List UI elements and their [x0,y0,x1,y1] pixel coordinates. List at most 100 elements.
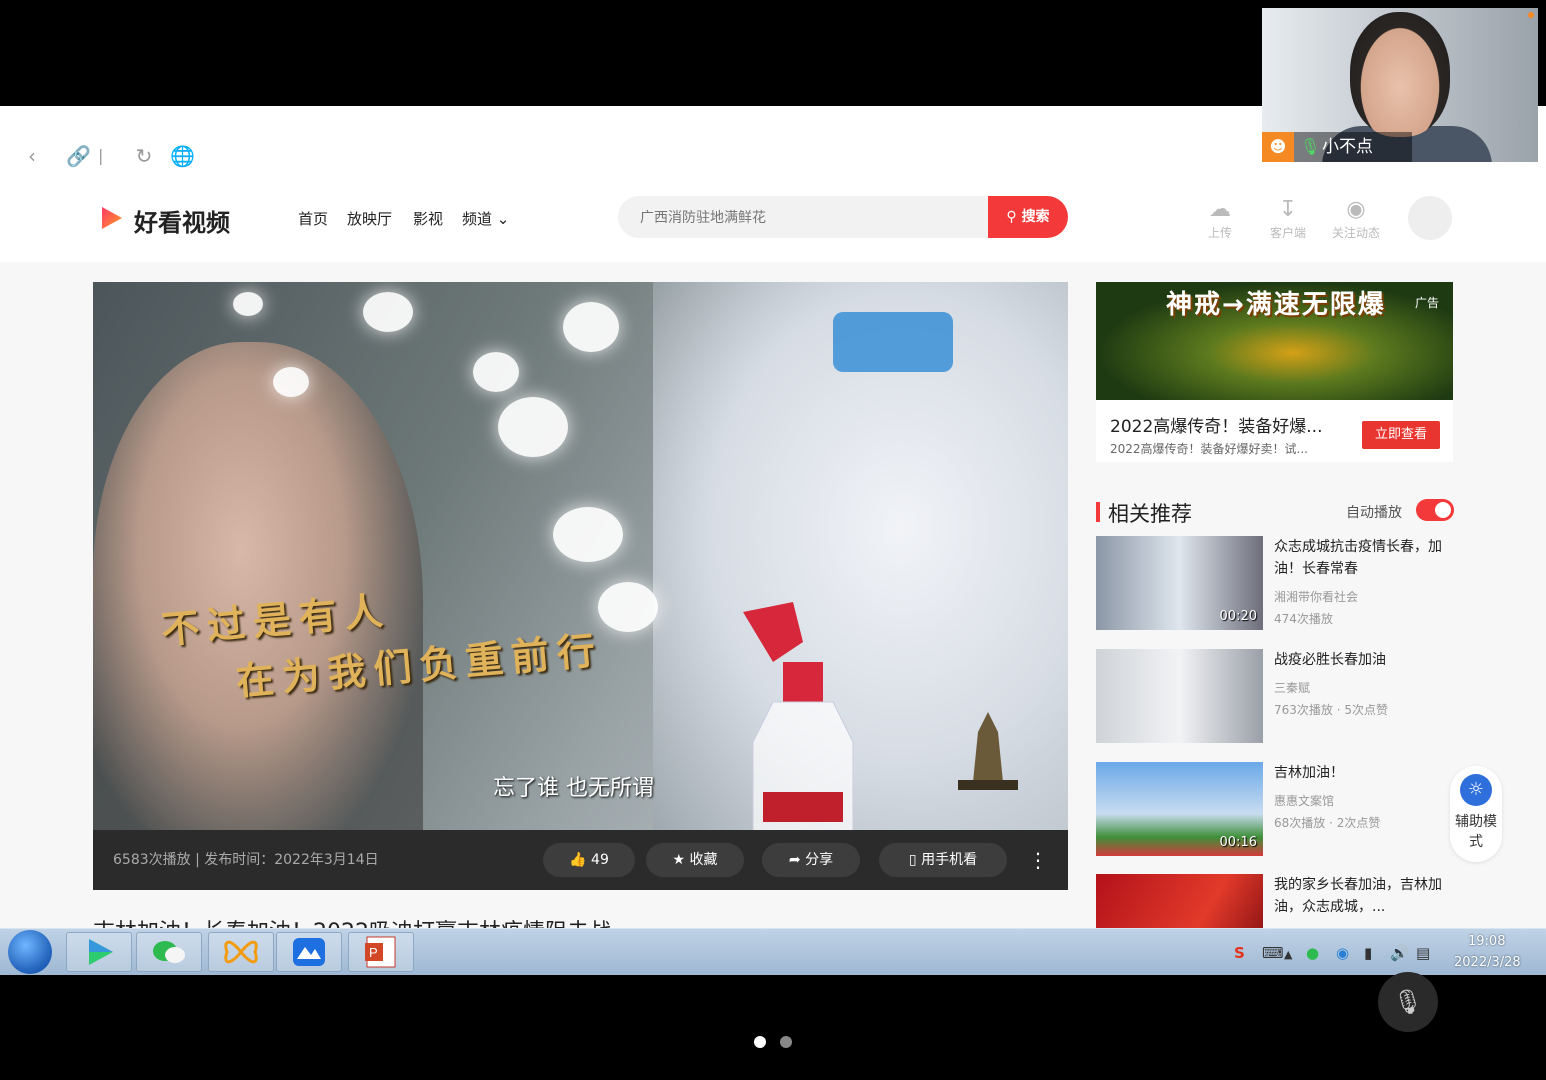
thumbs-up-icon: 👍 [569,852,587,868]
share-label: 分享 [805,852,834,868]
microphone-icon: 🎙 [1300,137,1321,156]
taskbar-app-powerpoint[interactable]: P [348,932,414,972]
autoplay-label: 自动播放 [1346,505,1402,521]
participant-name: 小不点 [1322,137,1373,157]
video-player[interactable]: 不过是有人 在为我们负重前行 忘了谁 也无所谓 [93,282,1068,830]
webcam-name-tag: ☻ 🎙 小不点 [1262,132,1412,162]
taskbar-app-video[interactable] [66,932,132,972]
toggle-knob [1435,502,1451,518]
bokeh-light [553,507,623,562]
search-button[interactable]: ⚲ 搜索 [988,196,1068,238]
webcam-person-face [1350,12,1450,137]
keyboard-icon[interactable]: ⌨ [1262,944,1284,962]
signal-icon[interactable]: ▤ [1416,944,1430,962]
related-item[interactable]: 战疫必胜长春加油 三秦赋 763次播放 · 5次点赞 [1096,649,1453,745]
related-item-author[interactable]: 三秦赋 [1274,679,1310,696]
logo-text[interactable]: 好看视频 [134,203,230,238]
nav-channel[interactable]: 频道 ⌄ [462,208,509,229]
related-item-title[interactable]: 战疫必胜长春加油 [1274,649,1444,671]
nav-channel-label: 频道 [462,210,493,228]
mic-off-icon: 🎙 [1392,988,1424,1016]
related-thumbnail[interactable] [1096,649,1263,743]
follow-feed-button[interactable]: ◉ 关注动态 [1326,196,1386,241]
assist-mode-button[interactable]: ☼ 辅助模式 [1450,766,1502,862]
accessibility-icon: ☼ [1460,774,1492,806]
related-title: 相关推荐 [1108,502,1192,526]
back-icon[interactable]: ‹ [20,144,44,168]
ad-subtitle: 2022高爆传奇！装备好爆好卖！试... [1110,442,1308,456]
video-frame-visor [833,312,953,372]
clock-date[interactable]: 2022/3/28 [1454,955,1521,970]
bokeh-light [363,292,413,332]
related-item-title[interactable]: 我的家乡长春加油，吉林加油，众志成城，... [1274,874,1444,918]
upload-button[interactable]: ☁ 上传 [1190,196,1250,241]
taskbar-app-butterfly[interactable] [208,932,274,972]
related-thumbnail[interactable] [1096,874,1263,928]
mic-muted-button[interactable]: 🎙 [1378,972,1438,1032]
share-button[interactable]: ➦ 分享 [762,843,860,877]
ad-card[interactable]: 神戒→满速无限爆 广告 2022高爆传奇！装备好爆... 2022高爆传奇！装备… [1096,282,1453,462]
client-button[interactable]: ↧ 客户端 [1258,196,1318,241]
related-item[interactable]: 我的家乡长春加油，吉林加油，众志成城，... [1096,874,1453,928]
broadcast-icon: ◉ [1346,197,1366,222]
chevron-down-icon: ⌄ [496,210,510,228]
video-meta: 6583次播放 | 发布时间：2022年3月14日 [113,852,379,868]
sogou-input-icon[interactable]: S [1234,944,1245,962]
user-avatar[interactable] [1408,196,1452,240]
ad-banner-image[interactable]: 神戒→满速无限爆 广告 [1096,282,1453,400]
autoplay-toggle[interactable] [1416,499,1454,521]
reload-icon[interactable]: ↻ [132,144,156,168]
duration-badge: 00:16 [1219,835,1257,850]
search-button-label: 搜索 [1021,209,1050,225]
clock-time[interactable]: 19:08 [1468,934,1505,949]
related-item-title[interactable]: 众志成城抗击疫情长春，加油！长春常春 [1274,536,1444,580]
collect-button[interactable]: ★ 收藏 [646,843,744,877]
start-button[interactable] [8,930,52,974]
ad-cta-button[interactable]: 立即查看 [1362,421,1440,449]
section-accent-bar [1096,502,1100,522]
webcam-overlay[interactable]: ☻ 🎙 小不点 [1262,8,1538,162]
link-icon[interactable]: 🔗 [66,144,91,168]
related-thumbnail[interactable]: 00:20 [1096,536,1263,630]
mobile-watch-button[interactable]: ▯ 用手机看 [879,843,1007,877]
more-options-icon[interactable]: ⋮ [1028,843,1048,877]
related-item-author[interactable]: 惠惠文案馆 [1274,792,1334,809]
video-title: 吉林加油！长春加油！2022吸迪打赢吉林疫情阻击战 [93,914,611,928]
related-item-author[interactable]: 湘湘带你看社会 [1274,588,1358,605]
like-button[interactable]: 👍 49 [543,843,635,877]
nav-movies[interactable]: 影视 [413,208,443,229]
volume-icon[interactable]: 🔊 [1390,944,1409,962]
bokeh-light [473,352,519,392]
bokeh-light [563,302,619,352]
browser-window: ‹ 🔗 | ↻ 🌐 好看视频 首页 放映厅 影视 频道 ⌄ ⚲ 搜索 ☁ 上传 ↧… [0,106,1546,928]
search-box [618,196,990,240]
star-icon: ★ [672,852,686,868]
nav-home[interactable]: 首页 [298,208,328,229]
logo-play-icon[interactable] [98,204,126,232]
nav-theater[interactable]: 放映厅 [347,208,392,229]
tray-expand-icon[interactable]: ▲ [1284,948,1292,961]
tray-security-icon[interactable]: ◉ [1336,944,1349,962]
related-thumbnail[interactable]: 00:16 [1096,762,1263,856]
related-item-title[interactable]: 吉林加油！ [1274,762,1444,784]
recording-dot-icon [1528,12,1534,18]
taskbar-app-meeting[interactable] [276,932,342,972]
bokeh-light [233,292,263,316]
search-input[interactable] [638,196,982,240]
search-icon: ⚲ [1006,209,1017,225]
user-icon: ☻ [1262,132,1294,162]
related-item[interactable]: 00:20 众志成城抗击疫情长春，加油！长春常春 湘湘带你看社会 474次播放 [1096,536,1453,632]
ad-headline: 神戒→满速无限爆 [1166,290,1386,320]
taskbar-app-wechat[interactable] [136,932,202,972]
page-indicator-active[interactable] [754,1036,766,1048]
duration-badge: 00:20 [1219,609,1257,624]
globe-icon[interactable]: 🌐 [170,144,195,168]
page-indicator[interactable] [780,1036,792,1048]
ad-title[interactable]: 2022高爆传奇！装备好爆... [1110,412,1322,437]
cloud-upload-icon: ☁ [1209,197,1231,222]
wechat-icon [153,941,185,963]
video-caption: 忘了谁 也无所谓 [493,776,654,801]
related-item[interactable]: 00:16 吉林加油！ 惠惠文案馆 68次播放 · 2次点赞 [1096,762,1453,858]
battery-icon[interactable]: ▮ [1364,944,1372,962]
tray-wechat-icon[interactable]: ● [1306,944,1319,962]
